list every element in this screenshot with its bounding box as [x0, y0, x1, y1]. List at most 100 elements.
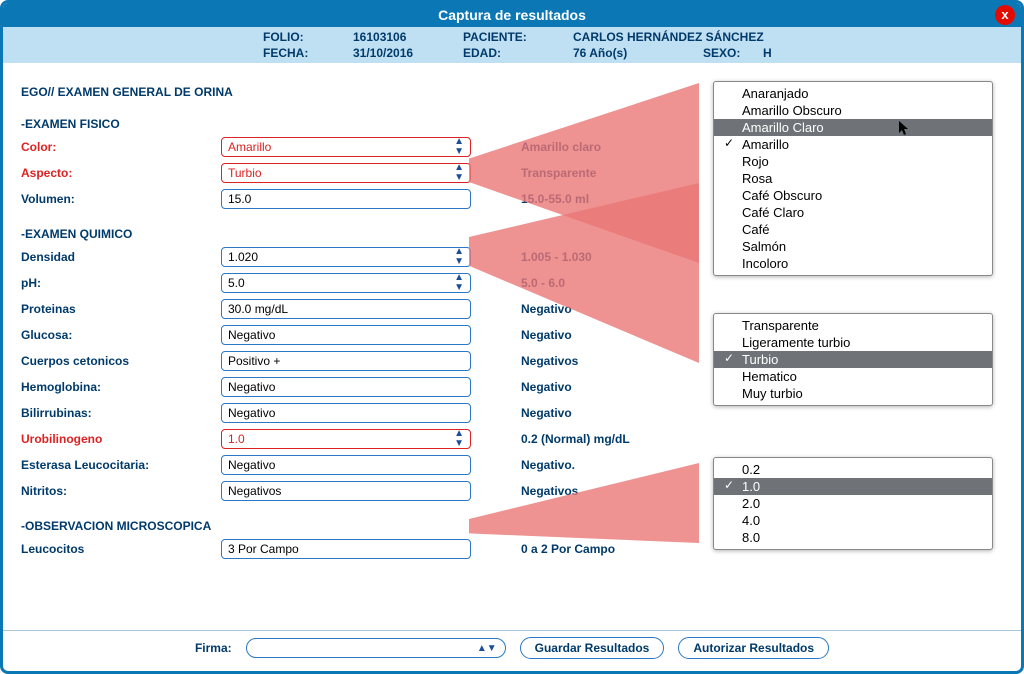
glucosa-ref: Negativo	[521, 328, 572, 342]
footer: Firma: ▲▼ Guardar Resultados Autorizar R…	[3, 630, 1021, 665]
aspecto-label: Aspecto:	[21, 166, 221, 180]
hemoglobina-ref: Negativo	[521, 380, 572, 394]
close-button[interactable]: x	[995, 5, 1015, 25]
dropdown-option[interactable]: 8.0	[714, 529, 992, 546]
titlebar: Captura de resultados x	[3, 3, 1021, 27]
fecha-label: FECHA:	[3, 46, 353, 60]
leucocitos-ref: 0 a 2 Por Campo	[521, 542, 615, 556]
proteinas-input[interactable]	[221, 299, 471, 319]
form-body: EGO// EXAMEN GENERAL DE ORINA -EXAMEN FI…	[3, 63, 1021, 623]
color-dropdown-panel[interactable]: AnaranjadoAmarillo ObscuroAmarillo Claro…	[713, 81, 993, 276]
proteinas-input-field[interactable]	[228, 302, 464, 316]
leucocitos-input-field[interactable]	[228, 542, 464, 556]
folio-label: FOLIO:	[3, 30, 353, 44]
glucosa-input-field[interactable]	[228, 328, 464, 342]
bilirrubinas-input-field[interactable]	[228, 406, 464, 420]
dropdown-option[interactable]: Café Obscuro	[714, 187, 992, 204]
urobilinogeno-select-value: 1.0	[228, 432, 245, 446]
urobilinogeno-label: Urobilinogeno	[21, 432, 221, 446]
esterasa-label: Esterasa Leucocitaria:	[21, 458, 221, 472]
volumen-input-field[interactable]	[228, 192, 464, 206]
save-button-label: Guardar Resultados	[535, 641, 650, 655]
esterasa-input-field[interactable]	[228, 458, 464, 472]
volumen-input[interactable]	[221, 189, 471, 209]
cetonicos-input-field[interactable]	[228, 354, 464, 368]
dropdown-option[interactable]: 1.0	[714, 478, 992, 495]
cetonicos-label: Cuerpos cetonicos	[21, 354, 221, 368]
dropdown-option[interactable]: Salmón	[714, 238, 992, 255]
dropdown-option[interactable]: Rojo	[714, 153, 992, 170]
edad-label: EDAD:	[463, 46, 573, 60]
hemoglobina-input-field[interactable]	[228, 380, 464, 394]
select-arrow-icon: ▲▼	[454, 137, 464, 157]
color-select[interactable]: Amarillo ▲▼	[221, 137, 471, 157]
firma-select[interactable]: ▲▼	[246, 638, 506, 658]
proteinas-label: Proteinas	[21, 302, 221, 316]
leucocitos-label: Leucocitos	[21, 542, 221, 556]
window: Captura de resultados x FOLIO: 16103106 …	[0, 0, 1024, 674]
volumen-label: Volumen:	[21, 192, 221, 206]
dropdown-option[interactable]: Café Claro	[714, 204, 992, 221]
dropdown-option[interactable]: 2.0	[714, 495, 992, 512]
densidad-label: Densidad	[21, 250, 221, 264]
dropdown-option[interactable]: Ligeramente turbio	[714, 334, 992, 351]
bilirrubinas-input[interactable]	[221, 403, 471, 423]
patient-info-bar: FOLIO: 16103106 PACIENTE: CARLOS HERNÁND…	[3, 27, 1021, 63]
dropdown-option[interactable]: Amarillo Claro	[714, 119, 992, 136]
leucocitos-input[interactable]	[221, 539, 471, 559]
select-arrow-icon: ▲▼	[454, 163, 464, 183]
dropdown-option[interactable]: 4.0	[714, 512, 992, 529]
nitritos-input[interactable]	[221, 481, 471, 501]
cetonicos-input[interactable]	[221, 351, 471, 371]
dropdown-option[interactable]: Turbio	[714, 351, 992, 368]
folio-value: 16103106	[353, 30, 463, 44]
glucosa-label: Glucosa:	[21, 328, 221, 342]
sexo-value: H	[763, 46, 1021, 60]
aspecto-select-value: Turbio	[228, 166, 262, 180]
callout-wedge-urobilinogeno	[469, 463, 699, 543]
fecha-value: 31/10/2016	[353, 46, 463, 60]
select-arrow-icon: ▲▼	[454, 273, 464, 293]
urobilinogeno-dropdown-panel[interactable]: 0.21.02.04.08.0	[713, 457, 993, 550]
dropdown-option[interactable]: Hematico	[714, 368, 992, 385]
dropdown-option[interactable]: 0.2	[714, 461, 992, 478]
select-arrow-icon: ▲▼	[454, 247, 464, 267]
hemoglobina-input[interactable]	[221, 377, 471, 397]
bilirrubinas-label: Bilirrubinas:	[21, 406, 221, 420]
authorize-button-label: Autorizar Resultados	[693, 641, 814, 655]
dropdown-option[interactable]: Incoloro	[714, 255, 992, 272]
ph-select[interactable]: 5.0 ▲▼	[221, 273, 471, 293]
esterasa-input[interactable]	[221, 455, 471, 475]
dropdown-option[interactable]: Transparente	[714, 317, 992, 334]
nitritos-label: Nitritos:	[21, 484, 221, 498]
select-arrow-icon: ▲▼	[454, 429, 464, 449]
close-icon: x	[1001, 7, 1008, 22]
save-button[interactable]: Guardar Resultados	[520, 637, 665, 659]
nitritos-input-field[interactable]	[228, 484, 464, 498]
urobilinogeno-ref: 0.2 (Normal) mg/dL	[521, 432, 630, 446]
dropdown-option[interactable]: Rosa	[714, 170, 992, 187]
densidad-select[interactable]: 1.020 ▲▼	[221, 247, 471, 267]
firma-label: Firma:	[195, 641, 232, 655]
dropdown-option[interactable]: Amarillo	[714, 136, 992, 153]
paciente-label: PACIENTE:	[463, 30, 573, 44]
dropdown-option[interactable]: Anaranjado	[714, 85, 992, 102]
dropdown-option[interactable]: Amarillo Obscuro	[714, 102, 992, 119]
color-select-value: Amarillo	[228, 140, 271, 154]
authorize-button[interactable]: Autorizar Resultados	[678, 637, 829, 659]
urobilinogeno-select[interactable]: 1.0 ▲▼	[221, 429, 471, 449]
sexo-label: SEXO:	[703, 46, 763, 60]
glucosa-input[interactable]	[221, 325, 471, 345]
ph-label: pH:	[21, 276, 221, 290]
aspecto-dropdown-panel[interactable]: TransparenteLigeramente turbioTurbioHema…	[713, 313, 993, 406]
mouse-cursor-icon	[899, 121, 911, 137]
edad-value: 76 Año(s)	[573, 46, 703, 60]
color-label: Color:	[21, 140, 221, 154]
bilirrubinas-ref: Negativo	[521, 406, 572, 420]
paciente-value: CARLOS HERNÁNDEZ SÁNCHEZ	[573, 30, 1021, 44]
cetonicos-ref: Negativos	[521, 354, 578, 368]
aspecto-select[interactable]: Turbio ▲▼	[221, 163, 471, 183]
dropdown-option[interactable]: Muy turbio	[714, 385, 992, 402]
dropdown-option[interactable]: Café	[714, 221, 992, 238]
ph-select-value: 5.0	[228, 276, 245, 290]
